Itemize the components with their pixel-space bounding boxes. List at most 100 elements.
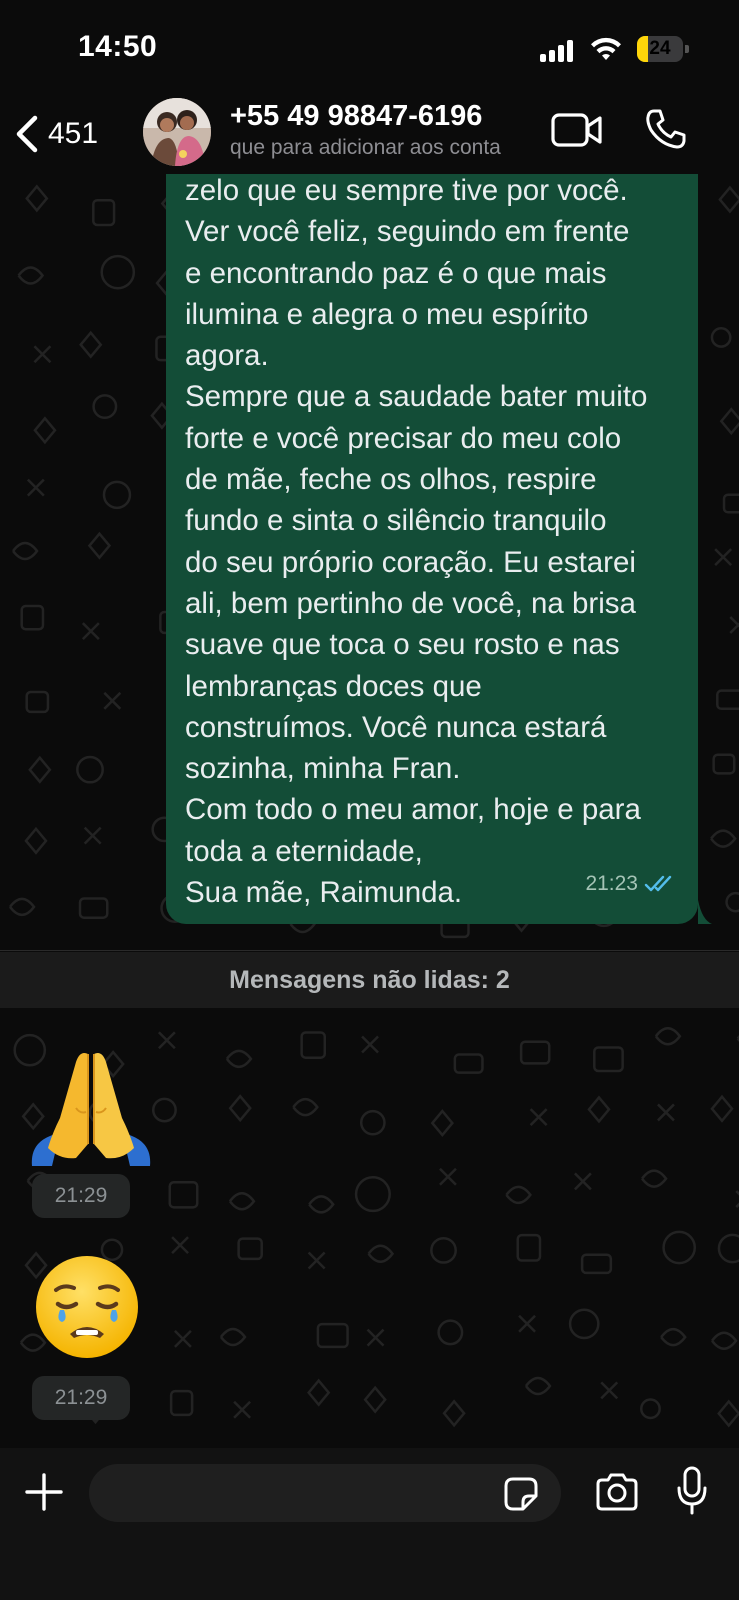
wallpaper-doodle — [228, 1191, 256, 1211]
wallpaper-doodle — [307, 1378, 331, 1407]
wallpaper-doodle — [439, 1167, 457, 1186]
phone-icon[interactable] — [645, 108, 687, 150]
wallpaper-doodle — [366, 1328, 385, 1347]
wallpaper-doodle — [81, 622, 100, 640]
contact-subtitle[interactable]: que para adicionar aos conta — [230, 136, 535, 160]
wallpaper-doodle — [171, 1236, 189, 1254]
wallpaper-doodle — [26, 478, 45, 497]
wallpaper-doodle — [233, 1400, 251, 1419]
disappointed-face-emoji[interactable] — [34, 1254, 140, 1360]
wallpaper-doodle — [25, 690, 50, 714]
wallpaper-doodle — [430, 1236, 457, 1264]
wifi-icon — [591, 37, 621, 60]
wallpaper-doodle — [103, 691, 122, 710]
wallpaper-doodle — [169, 1389, 194, 1417]
wallpaper-doodle — [78, 897, 109, 919]
wallpaper-doodle — [519, 1040, 551, 1065]
wallpaper-doodle — [20, 604, 45, 631]
wallpaper-doodle — [168, 1181, 199, 1209]
video-call-icon[interactable] — [551, 112, 603, 148]
wallpaper-doodle — [710, 829, 737, 848]
wallpaper-doodle — [662, 1230, 697, 1265]
message-input-bar — [0, 1448, 739, 1600]
wallpaper-doodle — [593, 1046, 624, 1073]
wallpaper-doodle — [100, 254, 136, 290]
wallpaper-doodle — [717, 1233, 739, 1264]
wallpaper-doodle — [516, 1233, 542, 1262]
wallpaper-doodle — [354, 1176, 391, 1213]
wallpaper-doodle — [17, 266, 45, 285]
wallpaper-doodle — [225, 1049, 253, 1069]
wallpaper-doodle — [718, 185, 739, 214]
plus-icon[interactable] — [24, 1472, 64, 1512]
wallpaper-doodle — [712, 753, 736, 775]
wallpaper-doodle — [292, 1097, 319, 1117]
wallpaper-doodle — [174, 1329, 192, 1348]
wallpaper-doodle — [442, 1399, 466, 1428]
wallpaper-doodle — [568, 1308, 600, 1340]
avatar-photo — [143, 98, 211, 166]
wallpaper-doodle — [518, 1314, 536, 1333]
wallpaper-doodle — [79, 330, 103, 359]
wallpaper-doodle — [102, 480, 132, 510]
contact-avatar[interactable] — [143, 98, 211, 166]
folded-hands-emoji[interactable] — [30, 1048, 152, 1166]
microphone-icon[interactable] — [676, 1466, 708, 1516]
sticker-icon[interactable] — [503, 1476, 539, 1512]
wallpaper-doodle — [363, 1385, 387, 1414]
wallpaper-doodle — [92, 198, 116, 227]
unread-label: Mensagens não lidas: 2 — [229, 965, 510, 994]
back-button[interactable]: 451 — [14, 106, 98, 162]
wallpaper-doodle — [711, 1331, 738, 1350]
camera-icon[interactable] — [594, 1472, 640, 1512]
wallpaper-doodle — [9, 897, 36, 917]
wallpaper-doodle — [654, 1027, 682, 1046]
divider-line — [0, 950, 739, 951]
battery-level: 24 — [649, 38, 671, 59]
wallpaper-doodle — [725, 891, 739, 913]
wallpaper-doodle — [76, 755, 104, 784]
contact-name[interactable]: +55 49 98847-6196 — [230, 100, 482, 133]
wallpaper-doodle — [505, 1185, 532, 1205]
incoming-time-chip: 21:29 — [32, 1376, 130, 1420]
wallpaper-doodle — [12, 541, 39, 561]
wallpaper-doodle — [157, 1031, 176, 1050]
message-meta: 21:23 — [585, 872, 676, 896]
wallpaper-doodle — [580, 1253, 613, 1275]
wallpaper-doodle — [33, 345, 52, 364]
battery-icon: 24 — [637, 36, 689, 62]
wallpaper-doodle — [430, 1109, 454, 1138]
wallpaper-doodle — [641, 1169, 668, 1188]
status-time: 14:50 — [78, 30, 158, 63]
wallpaper-doodle — [361, 1035, 379, 1054]
wallpaper-doodle — [28, 755, 52, 784]
unread-divider: Mensagens não lidas: 2 — [0, 952, 739, 1008]
wallpaper-doodle — [716, 689, 739, 711]
read-receipt-icon — [644, 875, 672, 892]
wallpaper-doodle — [33, 416, 57, 445]
wallpaper-doodle — [228, 1094, 252, 1123]
wallpaper-doodle — [574, 1172, 592, 1191]
wallpaper-doodle — [729, 616, 739, 634]
wallpaper-doodle — [714, 548, 733, 567]
wallpaper-doodle — [316, 1322, 349, 1349]
wallpaper-doodle — [359, 1109, 386, 1136]
wallpaper-doodle — [219, 1327, 247, 1347]
wallpaper-doodle — [587, 1095, 611, 1124]
unread-chats-count: 451 — [48, 117, 99, 150]
wallpaper-doodle — [640, 1398, 661, 1420]
back-chevron-icon — [16, 115, 38, 153]
outgoing-message-bubble[interactable]: zelo que eu sempre tive por você. Ver vo… — [166, 150, 698, 924]
wallpaper-doodle — [710, 327, 732, 348]
wallpaper-doodle — [151, 1097, 177, 1123]
incoming-time-chip: 21:29 — [32, 1174, 130, 1218]
wallpaper-doodle — [719, 407, 739, 436]
bubble-tail — [698, 900, 712, 924]
wallpaper-doodle — [87, 531, 112, 560]
wallpaper-doodle — [308, 1195, 335, 1214]
wallpaper-doodle — [367, 1244, 395, 1264]
wallpaper-doodle — [453, 1053, 484, 1074]
message-input[interactable] — [89, 1464, 561, 1522]
wallpaper-doodle — [660, 1327, 687, 1347]
wallpaper-doodle — [657, 1103, 675, 1122]
